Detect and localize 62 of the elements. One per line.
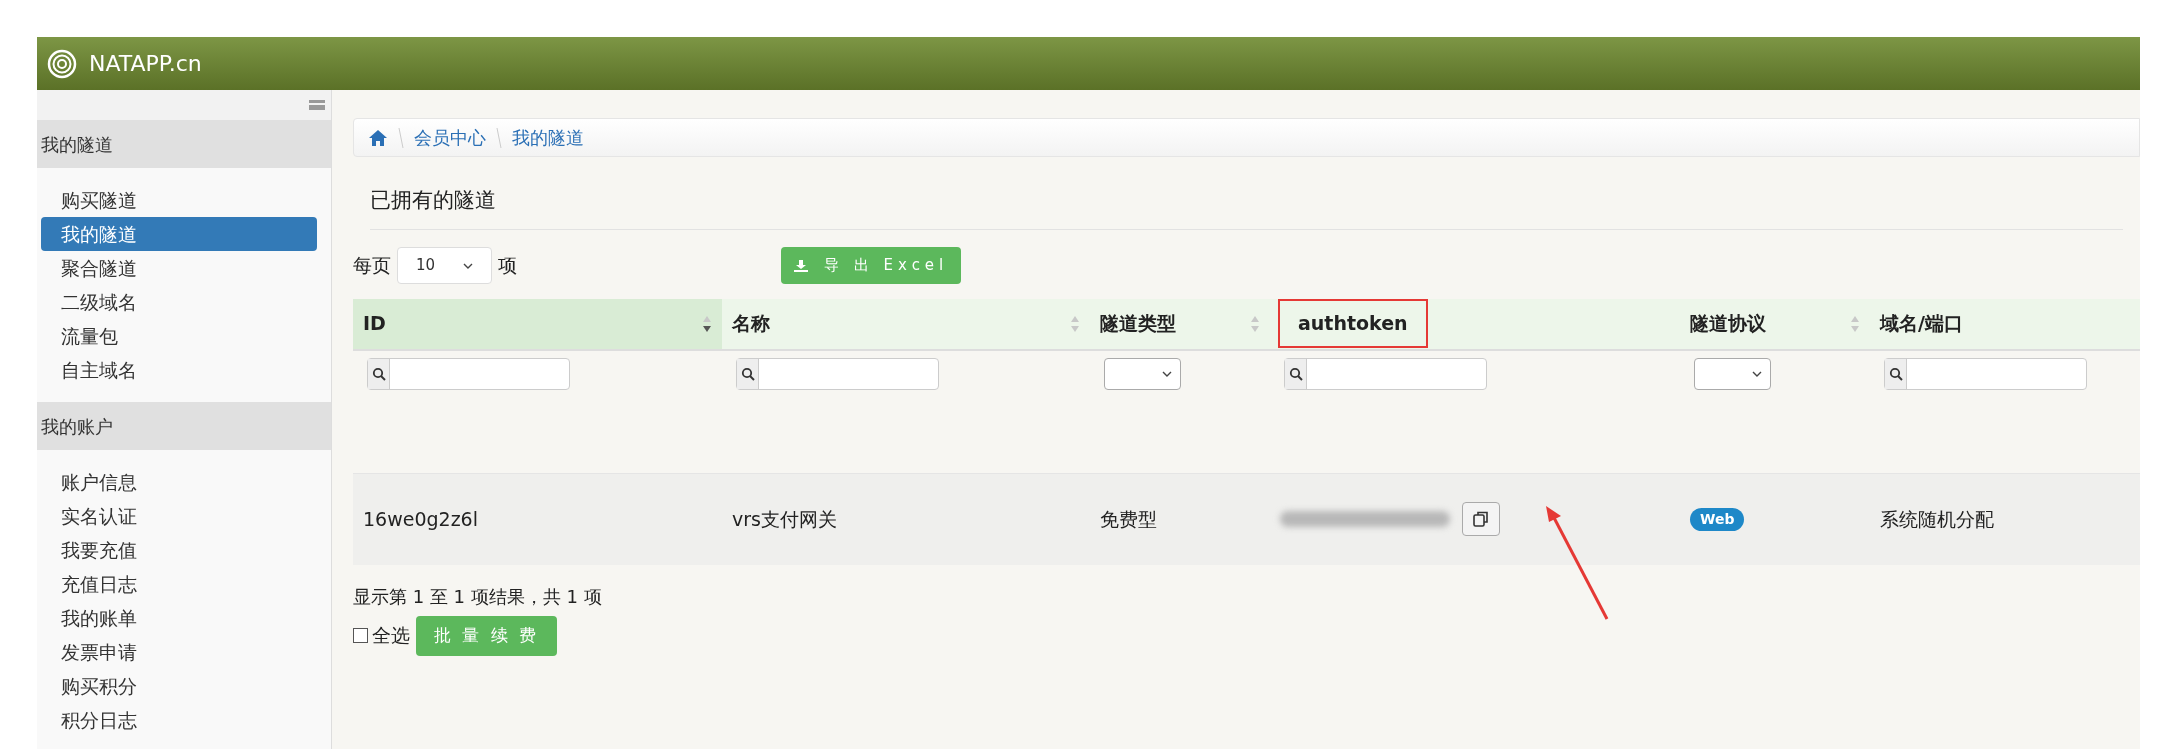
caret-icon — [463, 262, 473, 269]
column-title: ID — [363, 311, 386, 337]
filter-select[interactable] — [1694, 357, 1771, 390]
filter-select[interactable] — [1104, 357, 1181, 390]
sidebar-item[interactable]: 充值日志 — [41, 567, 317, 601]
sidebar-item[interactable]: 聚合隧道 — [41, 251, 317, 285]
search-icon — [1288, 366, 1303, 381]
page-title: 已拥有的隧道 — [370, 188, 496, 212]
sidebar-item[interactable]: 购买积分 — [41, 669, 317, 703]
sidebar-item[interactable]: 积分日志 — [41, 703, 317, 737]
table-cell-text: 免费型 — [1100, 506, 1157, 532]
search-icon — [740, 366, 755, 381]
filter-search-field[interactable] — [367, 357, 570, 390]
filter-search-field[interactable] — [1284, 357, 1487, 390]
filter-search-field[interactable] — [736, 357, 939, 390]
sidebar-item[interactable]: 我要充值 — [41, 533, 317, 567]
sidebar-item[interactable]: 购买隧道 — [41, 183, 317, 217]
sidebar-item[interactable]: 流量包 — [41, 319, 317, 353]
home-icon[interactable] — [368, 128, 388, 147]
download-icon — [794, 259, 808, 272]
sidebar-item[interactable]: 发票申请 — [41, 635, 317, 669]
table-cell-text: 16we0g2z6l — [363, 506, 478, 532]
sidebar-item[interactable]: 账户信息 — [41, 465, 317, 499]
column-header[interactable]: 隧道类型 — [1090, 298, 1270, 349]
sidebar-item[interactable]: 自主域名 — [41, 353, 317, 387]
caret-icon — [1162, 370, 1172, 377]
page-size-label: 每页 — [353, 253, 391, 279]
logo-icon — [47, 48, 77, 79]
sidebar-section-header: 我的账户 — [37, 402, 331, 450]
sidebar-item[interactable]: 二级域名 — [41, 285, 317, 319]
sidebar-item[interactable]: 我的隧道 — [41, 217, 317, 251]
sidebar-section-header: 我的隧道 — [37, 120, 331, 168]
breadcrumb-link[interactable]: 我的隧道 — [512, 124, 584, 151]
column-title: authtoken — [1280, 301, 1426, 346]
brand-name: NATAPP.cn — [89, 50, 202, 78]
caret-icon — [1752, 370, 1762, 377]
table-cell-text: 系统随机分配 — [1880, 506, 1994, 532]
search-icon — [371, 366, 386, 381]
copy-button[interactable] — [1462, 502, 1500, 536]
page-size-suffix: 项 — [498, 253, 517, 279]
table-cell-text: vrs支付网关 — [732, 506, 837, 532]
column-header[interactable]: ID — [353, 298, 722, 349]
select-all-checkbox[interactable]: 全选 — [353, 621, 410, 650]
column-header[interactable]: 名称 — [722, 298, 1090, 349]
breadcrumb-separator-icon — [398, 126, 404, 149]
collapse-icon[interactable] — [309, 99, 325, 111]
column-title: 名称 — [732, 311, 770, 337]
column-title: 隧道协议 — [1690, 311, 1766, 337]
page-size-select[interactable]: 10 — [397, 247, 492, 284]
breadcrumb-separator-icon — [496, 126, 502, 149]
filter-search-field[interactable] — [1884, 357, 2087, 390]
sort-icon[interactable] — [702, 314, 712, 333]
sidebar-item[interactable]: 实名认证 — [41, 499, 317, 533]
search-icon — [1888, 366, 1903, 381]
column-header[interactable]: 隧道协议 — [1680, 298, 1870, 349]
breadcrumb-link[interactable]: 会员中心 — [414, 124, 486, 151]
column-title: 域名/端口 — [1880, 311, 1963, 337]
column-title: 隧道类型 — [1100, 311, 1176, 337]
sidebar-item[interactable]: 我的账单 — [41, 601, 317, 635]
results-summary: 显示第 1 至 1 项结果，共 1 项 — [353, 585, 602, 607]
protocol-badge: Web — [1690, 507, 1745, 531]
copy-icon — [1472, 510, 1490, 528]
